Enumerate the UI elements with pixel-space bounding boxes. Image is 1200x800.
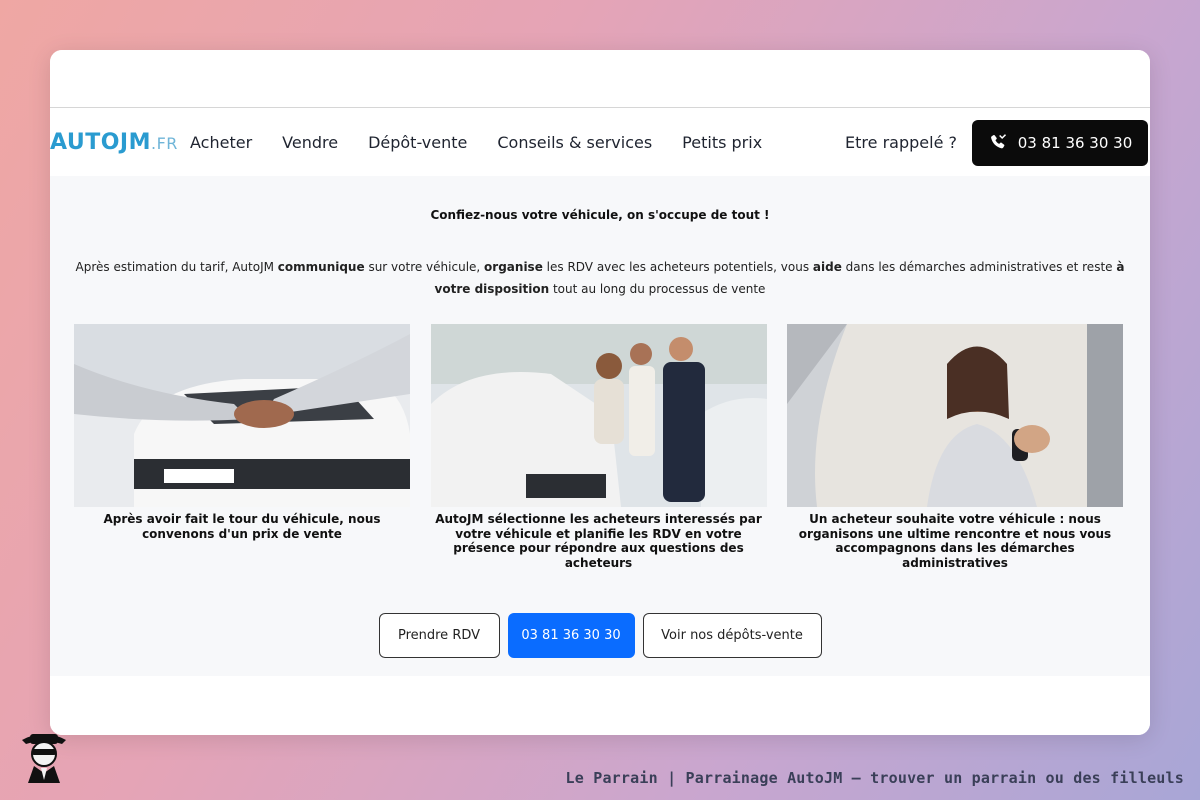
callback-link[interactable]: Etre rappelé ? [845, 133, 957, 152]
nav-item-petits-prix[interactable]: Petits prix [682, 133, 762, 152]
main-nav: AUTOJM.FR Acheter Vendre Dépôt-vente Con… [50, 108, 1150, 176]
logo-main: AUTOJM [50, 129, 152, 155]
handshake-car-image [74, 324, 410, 507]
header-phone-number: 03 81 36 30 30 [1017, 134, 1133, 152]
call-phone-button[interactable]: 03 81 36 30 30 [507, 613, 635, 658]
intro-text: Après estimation du tarif, AutoJM commun… [74, 256, 1126, 300]
intro-bold-3: aide [812, 260, 842, 274]
nav-menu: Acheter Vendre Dépôt-vente Conseils & se… [190, 133, 792, 152]
card-footer-strip [50, 676, 1150, 735]
woman-keys-image [787, 324, 1123, 507]
step-card-3: Un acheteur souhaite votre véhicule : no… [787, 324, 1123, 570]
prendre-rdv-button[interactable]: Prendre RDV [378, 613, 500, 658]
intro-part-5: tout au long du processus de vente [549, 282, 766, 296]
content-section: Confiez-nous votre véhicule, on s'occupe… [50, 176, 1150, 676]
nav-item-vendre[interactable]: Vendre [282, 133, 338, 152]
step-card-1: Après avoir fait le tour du véhicule, no… [74, 324, 410, 570]
steps-row: Après avoir fait le tour du véhicule, no… [50, 300, 1150, 570]
site-logo[interactable]: AUTOJM.FR [50, 130, 190, 155]
nav-item-acheter[interactable]: Acheter [190, 133, 252, 152]
intro-bold-1: communique [277, 260, 365, 274]
nav-item-conseils[interactable]: Conseils & services [497, 133, 652, 152]
nav-item-depot-vente[interactable]: Dépôt-vente [368, 133, 467, 152]
step-caption-2: AutoJM sélectionne les acheteurs interes… [435, 512, 762, 570]
voir-depots-button[interactable]: Voir nos dépôts-vente [642, 613, 822, 658]
intro-part-4: dans les démarches administratives et re… [841, 260, 1117, 274]
intro-part-3: les RDV avec les acheteurs potentiels, v… [542, 260, 813, 274]
parrain-mascot-icon [22, 734, 66, 783]
step-card-2: AutoJM sélectionne les acheteurs interes… [430, 324, 767, 570]
intro-part-2: sur votre véhicule, [364, 260, 485, 274]
top-band [50, 50, 1150, 108]
step-caption-3: Un acheteur souhaite votre véhicule : no… [798, 512, 1112, 570]
phone-icon [990, 134, 1006, 149]
header-phone-button[interactable]: 03 81 36 30 30 [972, 120, 1148, 166]
logo-suffix: .FR [151, 133, 178, 153]
browser-card: AUTOJM.FR Acheter Vendre Dépôt-vente Con… [50, 50, 1150, 735]
intro-part-1: Après estimation du tarif, AutoJM [75, 260, 278, 274]
step-caption-1: Après avoir fait le tour du véhicule, no… [103, 512, 381, 541]
intro-bold-2: organise [484, 260, 543, 274]
dealer-couple-image [430, 324, 767, 507]
footer-credit: Le Parrain | Parrainage AutoJM — trouver… [565, 769, 1184, 787]
section-headline: Confiez-nous votre véhicule, on s'occupe… [430, 208, 770, 222]
cta-row: Prendre RDV 03 81 36 30 30 Voir nos dépô… [50, 613, 1150, 658]
